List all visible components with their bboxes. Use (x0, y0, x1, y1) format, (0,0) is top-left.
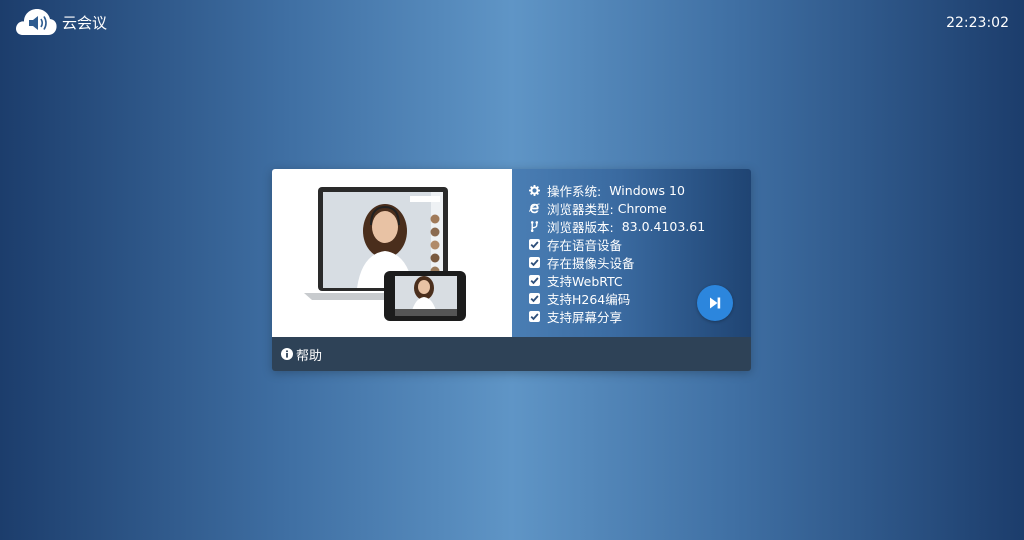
help-link[interactable]: 帮助 (281, 345, 322, 364)
gear-icon (529, 184, 540, 196)
info-circle-icon (281, 348, 293, 360)
step-forward-icon (710, 297, 721, 309)
capability-item: 支持H264编码 (529, 289, 635, 307)
help-label[interactable]: 帮助 (296, 345, 322, 364)
checkbox-checked-icon (529, 238, 540, 250)
capability-label: 支持H264编码 (547, 291, 631, 307)
checkbox-checked-icon (529, 292, 540, 304)
capability-label: 存在语音设备 (547, 237, 623, 253)
version-value: 83.0.4103.61 (621, 218, 706, 234)
checkbox-checked-icon (529, 310, 540, 322)
capability-label: 存在摄像头设备 (547, 255, 635, 271)
system-info-panel: 操作系统: Windows 10 浏览器类型: Chrome 浏览器版本: 83… (512, 169, 751, 337)
ie-icon (529, 203, 540, 214)
version-row: 浏览器版本: 83.0.4103.61 (529, 217, 705, 235)
cloud-speaker-icon (16, 9, 57, 35)
code-fork-icon (529, 220, 540, 232)
capability-item: 存在语音设备 (529, 235, 635, 253)
device-check-card: 操作系统: Windows 10 浏览器类型: Chrome 浏览器版本: 83… (272, 169, 751, 371)
clock: 22:23:02 (946, 15, 1009, 31)
browser-row: 浏览器类型: Chrome (529, 199, 705, 217)
checkbox-checked-icon (529, 274, 540, 286)
card-footer: 帮助 (272, 337, 751, 371)
logo: 云会议 (14, 6, 107, 38)
browser-label: 浏览器类型: (547, 201, 614, 217)
video-conference-illustration (272, 169, 512, 337)
checkbox-checked-icon (529, 256, 540, 268)
browser-value: Chrome (617, 200, 667, 216)
capability-label: 支持屏幕分享 (547, 309, 623, 325)
os-row: 操作系统: Windows 10 (529, 181, 705, 199)
os-label: 操作系统: (547, 183, 602, 199)
app-title: 云会议 (62, 13, 108, 32)
capability-item: 支持WebRTC (529, 271, 635, 289)
version-label: 浏览器版本: (547, 219, 614, 235)
devices-image (304, 187, 466, 321)
next-button[interactable] (697, 285, 733, 321)
capability-label: 支持WebRTC (547, 273, 623, 289)
capability-item: 存在摄像头设备 (529, 253, 635, 271)
capability-item: 支持屏幕分享 (529, 307, 635, 325)
os-value: Windows 10 (609, 182, 685, 198)
